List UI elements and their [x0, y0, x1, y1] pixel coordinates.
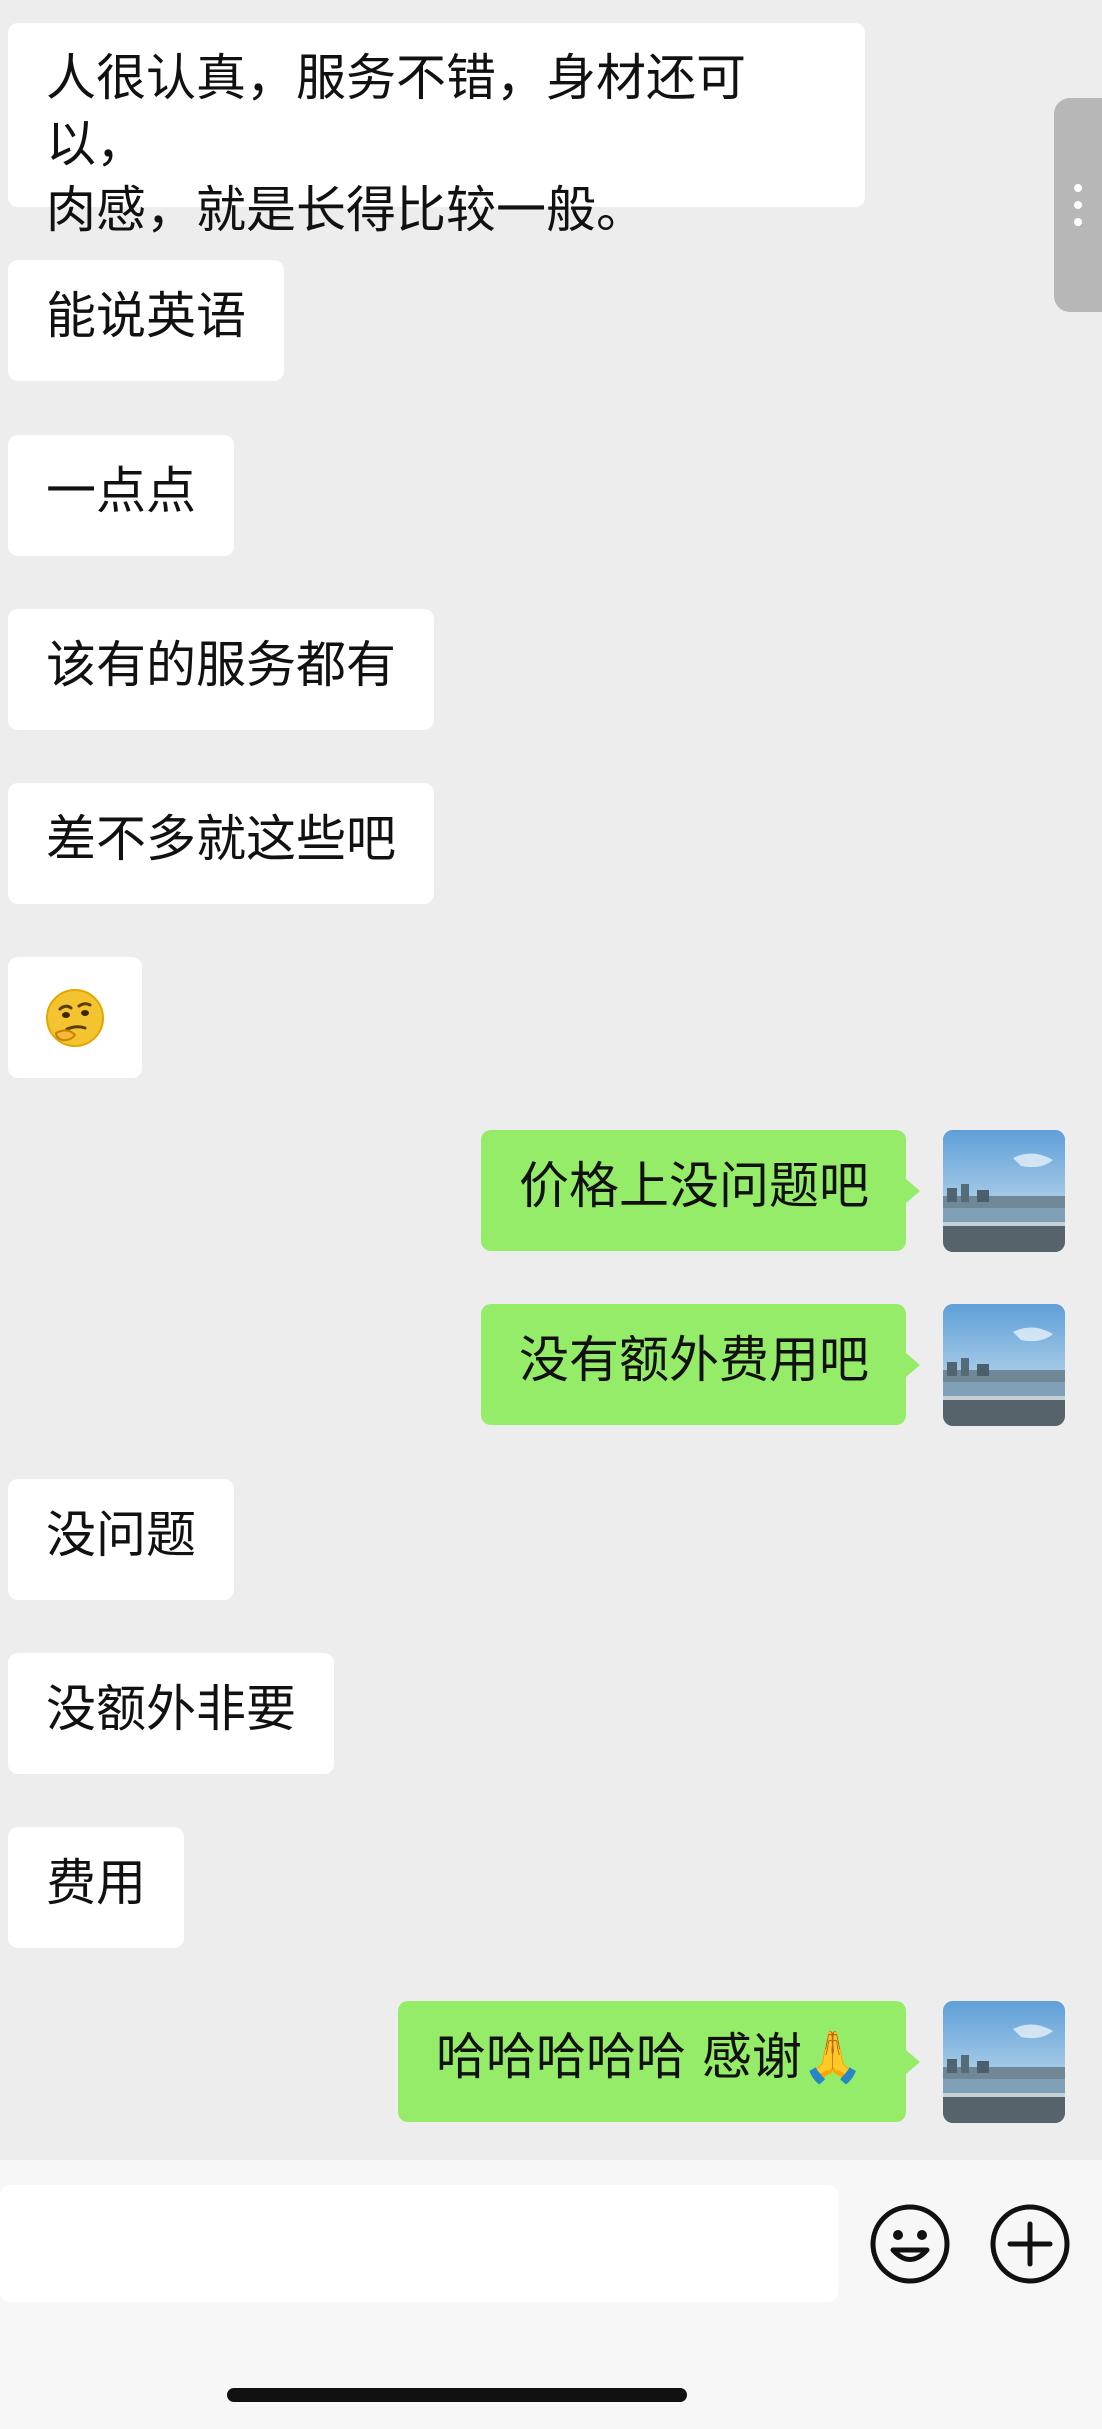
user-avatar[interactable] [943, 1304, 1065, 1426]
dot-icon [1074, 184, 1082, 192]
plus-circle-icon [990, 2204, 1070, 2284]
message-incoming-4[interactable]: 该有的服务都有 [8, 609, 434, 730]
message-text: 费用 [46, 1854, 146, 1912]
message-text: 该有的服务都有 [46, 636, 396, 694]
message-incoming-3[interactable]: 一点点 [8, 435, 234, 556]
smiley-face-icon [870, 2204, 950, 2284]
floating-more-tab[interactable] [1054, 98, 1102, 312]
message-text: 价格上没问题吧 [519, 1157, 869, 1215]
message-incoming-1[interactable]: 人很认真，服务不错，身材还可以， 肉感，就是长得比较一般。 [8, 23, 865, 239]
message-text: 能说英语 [46, 287, 246, 345]
message-input[interactable] [0, 2185, 838, 2302]
dot-icon [1074, 218, 1082, 226]
chat-area: 人很认真，服务不错，身材还可以， 肉感，就是长得比较一般。 能说英语 一点点 该… [0, 0, 1102, 2160]
message-incoming-emoji[interactable] [8, 957, 142, 1078]
message-text: 差不多就这些吧 [46, 810, 396, 868]
message-incoming-2[interactable]: 能说英语 [8, 260, 284, 381]
plus-button[interactable] [989, 2203, 1071, 2285]
message-outgoing-2[interactable]: 没有额外费用吧 [481, 1304, 906, 1425]
message-text: 人很认真，服务不错，身材还可以， [46, 49, 746, 173]
message-incoming-6[interactable]: 没问题 [8, 1479, 234, 1600]
dot-icon [1074, 201, 1082, 209]
emoji-button[interactable] [869, 2203, 951, 2285]
message-text: 哈哈哈哈哈 感谢🙏 [436, 2028, 865, 2086]
message-outgoing-3[interactable]: 哈哈哈哈哈 感谢🙏 [398, 2001, 906, 2122]
message-text: 没问题 [46, 1506, 196, 1564]
message-text: 没有额外费用吧 [519, 1331, 869, 1389]
message-text: 一点点 [46, 462, 196, 520]
message-text: 肉感，就是长得比较一般。 [46, 181, 646, 239]
message-incoming-8[interactable]: 费用 [8, 1827, 184, 1948]
message-incoming-7[interactable]: 没额外非要 [8, 1653, 334, 1774]
message-outgoing-1[interactable]: 价格上没问题吧 [481, 1130, 906, 1251]
home-indicator [227, 2388, 687, 2402]
user-avatar[interactable] [943, 2001, 1065, 2123]
thinking-face-emoji [44, 987, 106, 1049]
message-text: 没额外非要 [46, 1680, 296, 1738]
user-avatar[interactable] [943, 1130, 1065, 1252]
message-incoming-5[interactable]: 差不多就这些吧 [8, 783, 434, 904]
